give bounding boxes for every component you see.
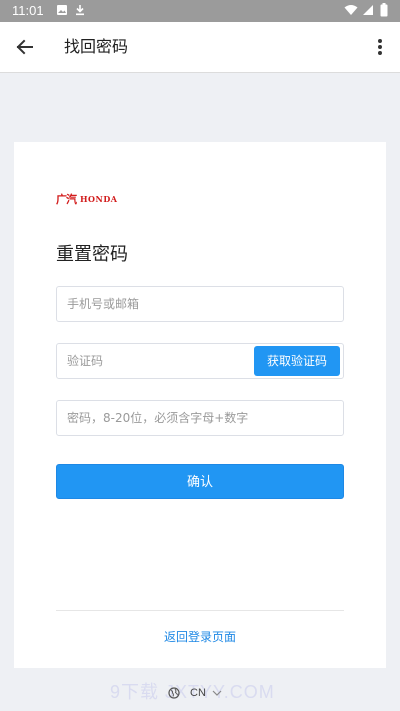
globe-icon [168, 687, 180, 699]
verification-code-input[interactable] [57, 344, 247, 378]
logo-text-en: HONDA [80, 194, 118, 204]
wifi-icon [344, 5, 358, 15]
password-input[interactable] [57, 401, 343, 435]
page-title: 找回密码 [64, 37, 129, 56]
battery-icon [380, 3, 388, 17]
signal-icon [363, 5, 373, 15]
download-icon [76, 5, 84, 16]
language-selector[interactable]: CN [168, 684, 222, 702]
chevron-down-icon [212, 690, 222, 696]
divider [56, 610, 344, 611]
status-bar: 11:01 [0, 0, 400, 22]
language-label: CN [190, 687, 206, 699]
phone-email-input[interactable] [57, 287, 343, 321]
form-heading: 重置密码 [56, 244, 128, 265]
phone-email-field [56, 286, 344, 322]
get-code-button[interactable]: 获取验证码 [254, 346, 340, 376]
image-icon [57, 5, 67, 15]
app-bar: 找回密码 [0, 22, 400, 73]
arrow-left-icon[interactable] [12, 34, 38, 60]
back-to-login-link[interactable]: 返回登录页面 [14, 628, 386, 646]
password-field [56, 400, 344, 436]
logo-text-cn: 广汽 [56, 193, 77, 206]
brand-logo: 广汽 HONDA [56, 192, 117, 206]
confirm-button[interactable]: 确认 [56, 464, 344, 499]
more-vertical-icon[interactable] [370, 34, 390, 60]
reset-password-card: 广汽 HONDA 重置密码 获取验证码 确认 返回登录页面 [14, 142, 386, 668]
verification-code-field: 获取验证码 [56, 343, 344, 379]
status-time: 11:01 [12, 3, 44, 18]
screen: 11:01 找回密码 广汽 HONDA 重置密码 手机号或邮箱 验证码 获取验证… [0, 0, 400, 711]
